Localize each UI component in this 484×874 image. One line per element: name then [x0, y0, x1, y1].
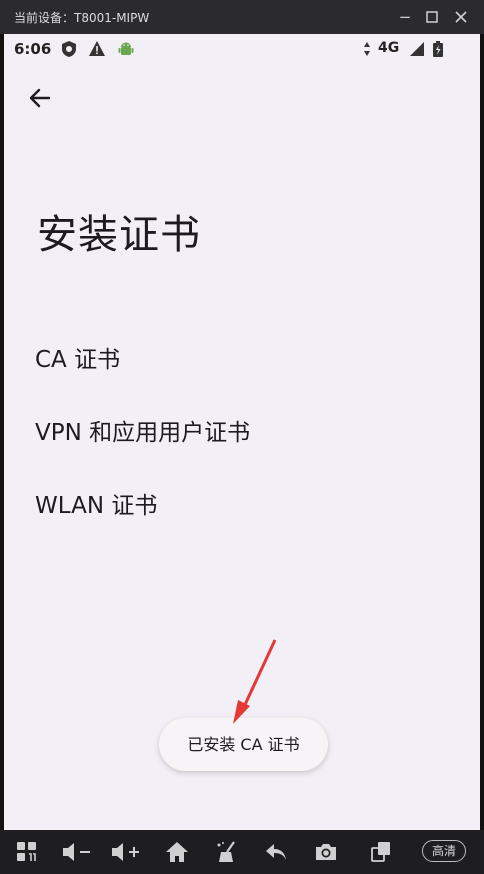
right-frame [480, 34, 484, 830]
title-bar: 当前设备：T8001-MIPW − [0, 0, 484, 34]
emulator-window: 当前设备：T8001-MIPW − 6:06 4G 安装证书 CA 证书 VPN… [0, 0, 484, 874]
home-icon[interactable] [164, 839, 190, 865]
minimize-button[interactable]: − [394, 6, 416, 28]
control-bar: 高清 [0, 830, 484, 874]
apps-icon[interactable] [14, 839, 40, 865]
back-icon[interactable] [263, 839, 289, 865]
close-icon [455, 11, 467, 23]
quality-toggle[interactable]: 高清 [422, 840, 466, 862]
phone-screen: 6:06 4G 安装证书 CA 证书 VPN 和应用用户证书 WLAN 证书 已… [4, 34, 480, 830]
window-title: 当前设备：T8001-MIPW [14, 11, 150, 25]
close-button[interactable] [450, 6, 472, 28]
volume-down-icon[interactable] [60, 839, 94, 865]
camera-icon[interactable] [313, 839, 339, 865]
maximize-icon [426, 11, 438, 23]
clean-icon[interactable] [214, 839, 240, 865]
maximize-button[interactable] [421, 6, 443, 28]
annotation-arrow [233, 639, 277, 724]
left-frame [0, 34, 4, 830]
volume-up-icon[interactable] [109, 839, 143, 865]
rotate-icon[interactable] [368, 839, 394, 865]
